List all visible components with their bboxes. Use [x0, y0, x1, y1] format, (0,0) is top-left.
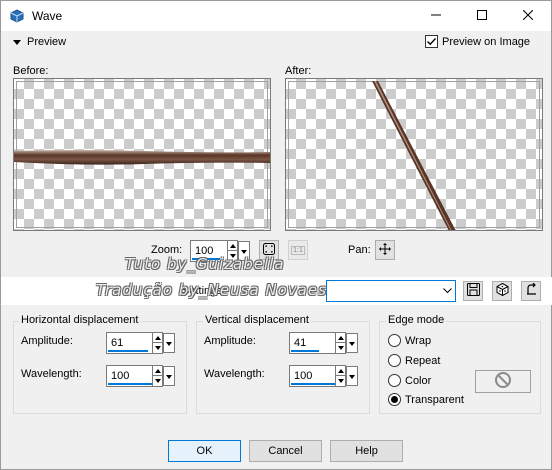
zoom-fit-button[interactable] — [259, 240, 279, 260]
preview-on-image-label: Preview on Image — [442, 35, 531, 48]
save-preset-button[interactable] — [463, 281, 483, 301]
maximize-icon — [477, 9, 487, 23]
after-label: After: — [285, 65, 312, 77]
horizontal-amplitude-label: Amplitude: — [21, 335, 73, 347]
vertical-wavelength-stepper[interactable]: 100 — [289, 365, 358, 387]
dropdown-arrow-icon[interactable] — [163, 333, 175, 353]
horizontal-amplitude-stepper[interactable]: 61 — [106, 332, 175, 354]
randomize-icon — [496, 282, 509, 299]
psp-icon — [9, 8, 25, 24]
horizontal-wavelength-underline — [108, 383, 152, 385]
radio-off-icon — [388, 334, 401, 347]
edge-mode-wrap-label: Wrap — [405, 334, 432, 347]
horizontal-amplitude-value: 61 — [111, 337, 124, 349]
zoom-underline — [192, 258, 220, 260]
edge-mode-color-label: Color — [405, 374, 432, 387]
window-title: Wave — [32, 9, 63, 23]
reset-icon — [525, 282, 538, 299]
preview-toggle-label: Preview — [27, 36, 67, 48]
edge-color-swatch[interactable] — [475, 370, 531, 393]
close-icon — [522, 9, 534, 23]
radio-off-icon — [388, 374, 401, 387]
edge-mode-transparent-radio[interactable]: Transparent — [388, 393, 464, 406]
horizontal-amplitude-underline — [108, 350, 148, 352]
edge-mode-title: Edge mode — [386, 314, 447, 326]
horizontal-wavelength-value: 100 — [111, 370, 130, 382]
after-preview[interactable] — [285, 78, 543, 231]
horizontal-group-title: Horizontal displacement — [19, 314, 141, 326]
reset-button[interactable] — [521, 281, 541, 301]
horizontal-wavelength-label: Wavelength: — [21, 368, 82, 380]
dropdown-arrow-icon[interactable] — [163, 366, 175, 386]
zoom-fit-icon — [262, 242, 276, 259]
zoom-dropdown-icon[interactable] — [238, 241, 250, 261]
checkbox-checked-icon — [425, 35, 438, 48]
edge-mode-transparent-label: Transparent — [405, 393, 464, 406]
edge-mode-wrap-radio[interactable]: Wrap — [388, 334, 431, 347]
before-preview[interactable] — [13, 78, 271, 231]
close-button[interactable] — [505, 1, 551, 31]
chevron-down-icon — [439, 281, 455, 301]
zoom-value: 100 — [195, 245, 214, 257]
actual-size-icon: 1:1 — [291, 245, 305, 255]
pan-label: Pan: — [348, 244, 371, 256]
radio-off-icon — [388, 354, 401, 367]
maximize-button[interactable] — [459, 1, 505, 31]
edge-mode-color-radio[interactable]: Color — [388, 374, 431, 387]
vertical-amplitude-label: Amplitude: — [204, 335, 256, 347]
vertical-wavelength-underline — [291, 383, 335, 385]
spin-arrows-icon[interactable] — [152, 366, 163, 386]
pan-move-icon — [379, 242, 391, 258]
vertical-amplitude-underline — [291, 350, 319, 352]
cancel-button[interactable]: Cancel — [249, 440, 322, 462]
dropdown-arrow-icon[interactable] — [346, 333, 358, 353]
collapse-triangle-icon — [13, 39, 21, 45]
settings-preset-combo[interactable] — [326, 280, 456, 302]
no-color-icon — [494, 371, 512, 392]
after-stroke — [372, 81, 456, 230]
minimize-icon — [431, 10, 441, 23]
zoom-stepper[interactable]: 100 — [190, 240, 250, 262]
randomize-button[interactable] — [492, 281, 512, 301]
spin-arrows-icon[interactable] — [335, 333, 346, 353]
actual-size-button[interactable]: 1:1 — [288, 240, 308, 260]
title-bar[interactable]: Wave — [1, 1, 551, 31]
preview-on-image-checkbox[interactable]: Preview on Image — [425, 35, 530, 48]
minimize-button[interactable] — [413, 1, 459, 31]
dropdown-arrow-icon[interactable] — [346, 366, 358, 386]
edge-mode-repeat-radio[interactable]: Repeat — [388, 354, 440, 367]
zoom-label: Zoom: — [151, 244, 183, 256]
spin-arrows-icon[interactable] — [152, 333, 163, 353]
vertical-wavelength-label: Wavelength: — [204, 368, 265, 380]
pan-button[interactable] — [375, 240, 395, 260]
preview-toggle[interactable]: Preview — [13, 36, 66, 48]
zoom-spin-arrows-icon[interactable] — [227, 241, 238, 261]
vertical-amplitude-value: 41 — [294, 337, 307, 349]
before-label: Before: — [13, 65, 49, 77]
horizontal-wavelength-stepper[interactable]: 100 — [106, 365, 175, 387]
spin-arrows-icon[interactable] — [335, 366, 346, 386]
vertical-amplitude-stepper[interactable]: 41 — [289, 332, 358, 354]
before-stroke — [14, 150, 270, 165]
settings-label: Settings — [182, 285, 222, 297]
vertical-wavelength-value: 100 — [294, 370, 313, 382]
help-button[interactable]: Help — [330, 440, 403, 462]
save-preset-icon — [466, 283, 480, 299]
dialog-window: Wave Preview Preview on Image Before: Af… — [0, 0, 552, 470]
vertical-group-title: Vertical displacement — [203, 314, 311, 326]
edge-mode-repeat-label: Repeat — [405, 354, 441, 367]
ok-button[interactable]: OK — [168, 440, 241, 462]
radio-on-icon — [388, 393, 401, 406]
